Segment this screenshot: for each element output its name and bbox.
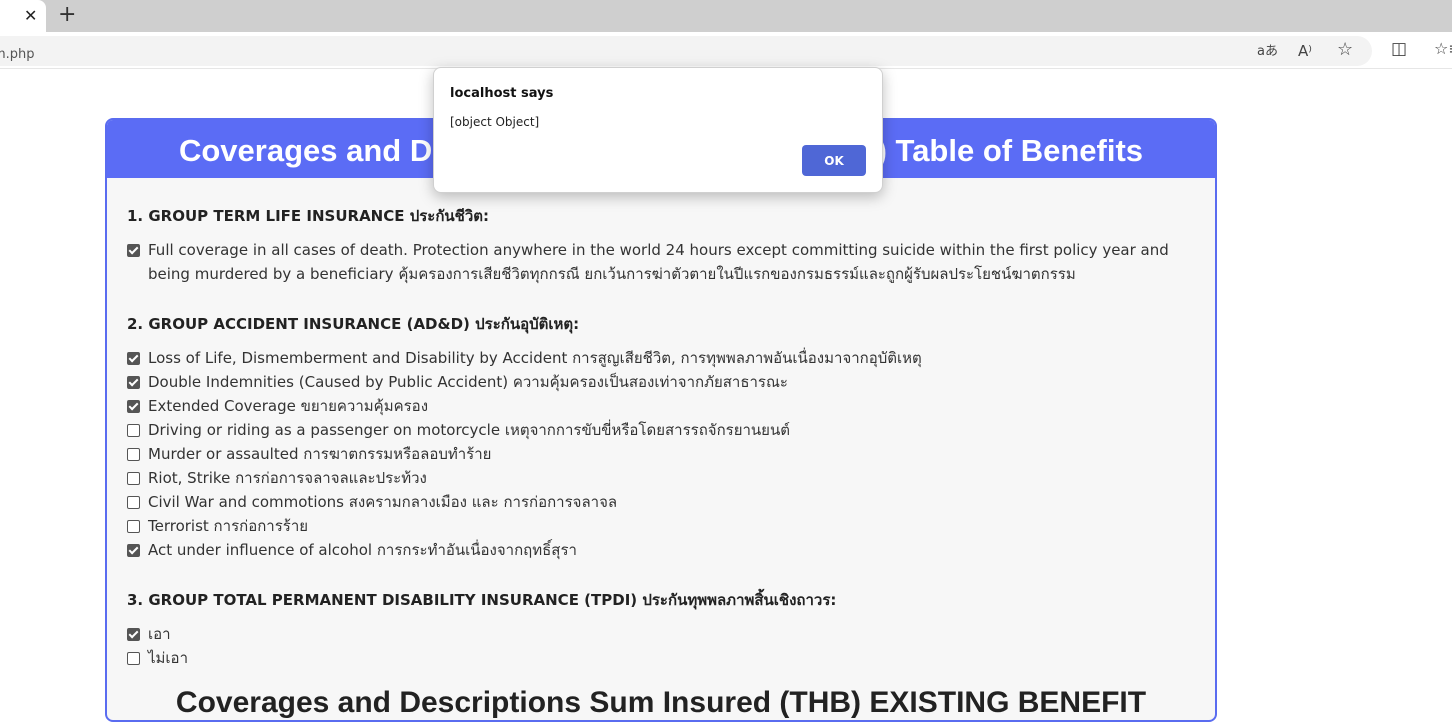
section-title: 2. GROUP ACCIDENT INSURANCE (AD&D) ประกั…: [127, 315, 580, 333]
address-bar-row: rom.php aあ A⁾ ☆ ◫ ☆≡: [0, 32, 1452, 69]
coverage-item[interactable]: Terrorist การก่อการร้าย: [127, 514, 1195, 538]
coverage-item[interactable]: Extended Coverage ขยายความคุ้มครอง: [127, 394, 1195, 418]
coverage-checkbox[interactable]: [127, 244, 140, 257]
tab-strip: ✕ +: [0, 0, 1452, 32]
coverage-checkbox[interactable]: [127, 496, 140, 509]
coverage-checkbox[interactable]: [127, 472, 140, 485]
coverage-item[interactable]: Act under influence of alcohol การกระทำอ…: [127, 538, 1195, 562]
existing-benefit-title: Coverages and Descriptions Sum Insured (…: [175, 686, 1147, 719]
benefits-sections: 1. GROUP TERM LIFE INSURANCE ประกันชีวิต…: [107, 204, 1215, 670]
coverage-label: Murder or assaulted การฆาตกรรมหรือลอบทำร…: [148, 445, 492, 463]
coverage-checkbox[interactable]: [127, 376, 140, 389]
coverage-checkbox[interactable]: [127, 400, 140, 413]
read-aloud-icon[interactable]: A⁾: [1298, 42, 1312, 60]
coverage-label: Full coverage in all cases of death. Pro…: [148, 241, 1169, 283]
coverage-label: Double Indemnities (Caused by Public Acc…: [148, 373, 788, 391]
favorite-star-icon[interactable]: ☆: [1337, 41, 1353, 59]
coverage-label: Driving or riding as a passenger on moto…: [148, 421, 790, 439]
coverage-item[interactable]: Murder or assaulted การฆาตกรรมหรือลอบทำร…: [127, 442, 1195, 466]
coverage-checkbox[interactable]: [127, 544, 140, 557]
browser-tab[interactable]: ✕: [0, 0, 46, 32]
coverage-item[interactable]: Riot, Strike การก่อการจลาจลและประท้วง: [127, 466, 1195, 490]
section-title: 1. GROUP TERM LIFE INSURANCE ประกันชีวิต…: [127, 207, 490, 225]
coverage-label: Act under influence of alcohol การกระทำอ…: [148, 541, 577, 559]
dialog-ok-button[interactable]: OK: [802, 145, 866, 176]
new-tab-button[interactable]: +: [58, 3, 76, 27]
coverage-item[interactable]: Driving or riding as a passenger on moto…: [127, 418, 1195, 442]
coverage-checkbox[interactable]: [127, 352, 140, 365]
coverage-checkbox[interactable]: [127, 628, 140, 641]
coverage-item[interactable]: Full coverage in all cases of death. Pro…: [127, 238, 1195, 286]
coverage-item[interactable]: Double Indemnities (Caused by Public Acc…: [127, 370, 1195, 394]
coverage-label: เอา: [148, 625, 171, 643]
coverage-checkbox[interactable]: [127, 652, 140, 665]
url-text[interactable]: rom.php: [0, 47, 35, 62]
coverage-checkbox[interactable]: [127, 520, 140, 533]
benefits-panel: Coverages and Descriptions Sum Insured (…: [105, 118, 1217, 722]
coverage-label: Loss of Life, Dismemberment and Disabili…: [148, 349, 922, 367]
coverage-item[interactable]: เอา: [127, 622, 1195, 646]
coverage-checkbox[interactable]: [127, 448, 140, 461]
close-tab-icon[interactable]: ✕: [24, 7, 37, 25]
dialog-title: localhost says: [450, 86, 554, 101]
coverage-label: Terrorist การก่อการร้าย: [148, 517, 309, 535]
alert-dialog: localhost says [object Object] OK: [433, 67, 883, 193]
dialog-message: [object Object]: [450, 115, 540, 129]
favorites-list-icon[interactable]: ☆≡: [1434, 40, 1452, 58]
split-screen-icon[interactable]: ◫: [1391, 40, 1407, 58]
coverage-item[interactable]: Loss of Life, Dismemberment and Disabili…: [127, 346, 1195, 370]
coverage-checkbox[interactable]: [127, 424, 140, 437]
coverage-label: ไม่เอา: [148, 649, 188, 667]
coverage-item[interactable]: ไม่เอา: [127, 646, 1195, 670]
coverage-label: Extended Coverage ขยายความคุ้มครอง: [148, 397, 429, 415]
translate-icon[interactable]: aあ: [1257, 43, 1278, 61]
address-bar[interactable]: rom.php aあ A⁾ ☆: [0, 36, 1372, 66]
coverage-item[interactable]: Civil War and commotions สงครามกลางเมือง…: [127, 490, 1195, 514]
coverage-label: Riot, Strike การก่อการจลาจลและประท้วง: [148, 469, 427, 487]
coverage-label: Civil War and commotions สงครามกลางเมือง…: [148, 493, 618, 511]
section-title: 3. GROUP TOTAL PERMANENT DISABILITY INSU…: [127, 591, 837, 609]
